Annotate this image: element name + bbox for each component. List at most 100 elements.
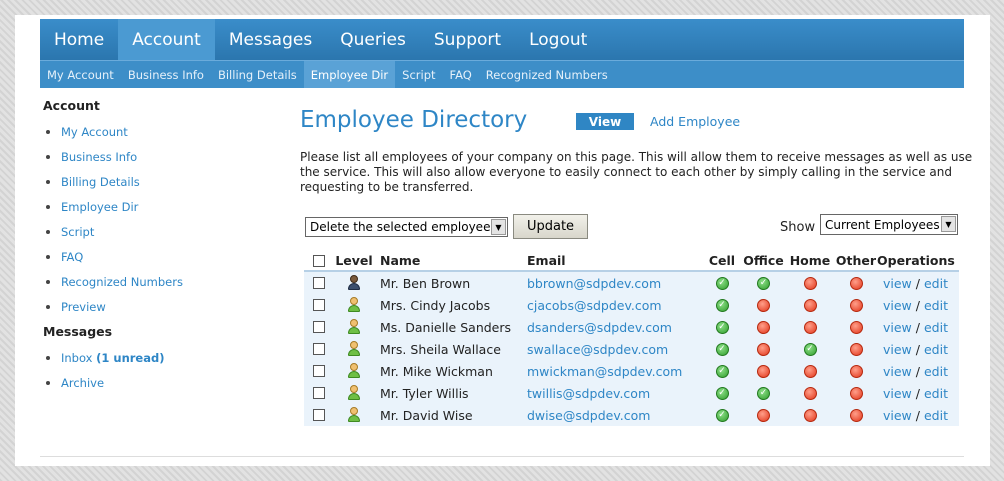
red-dot-icon (757, 342, 770, 356)
sidebar-item-business-info[interactable]: Business Info (43, 144, 273, 169)
red-dot-icon (803, 276, 817, 290)
red-dot-icon (803, 364, 817, 378)
bullet (46, 355, 50, 360)
sub-nav: My Account Business Info Billing Details… (40, 60, 964, 88)
sidebar-item-my-account[interactable]: My Account (43, 119, 273, 144)
subnav-my-account[interactable]: My Account (40, 61, 121, 88)
view-link[interactable]: view (883, 320, 912, 335)
sidebar-item-inbox[interactable]: Inbox (1 unread) (43, 345, 273, 370)
nav-logout[interactable]: Logout (515, 19, 601, 60)
edit-link[interactable]: edit (924, 342, 948, 357)
edit-link[interactable]: edit (924, 408, 948, 423)
sidebar-item-label[interactable]: Employee Dir (61, 200, 138, 214)
subnav-billing-details[interactable]: Billing Details (211, 61, 304, 88)
red-dot-icon (849, 342, 863, 356)
view-link[interactable]: view (883, 386, 912, 401)
sidebar-item-label[interactable]: Archive (61, 376, 104, 390)
subnav-faq[interactable]: FAQ (443, 61, 479, 88)
sidebar-item-billing-details[interactable]: Billing Details (43, 169, 273, 194)
bullet (46, 254, 50, 259)
subnav-employee-dir[interactable]: Employee Dir (303, 61, 396, 88)
red-dot-icon (757, 320, 770, 334)
nav-support[interactable]: Support (420, 19, 515, 60)
table-row: Mrs. Cindy Jacobs cjacobs@sdpdev.com ✓ view… (304, 294, 959, 316)
show-filter-select[interactable]: Current Employees ▼ (820, 214, 958, 235)
sidebar-item-label[interactable]: My Account (61, 125, 128, 139)
bulk-action-select[interactable]: Delete the selected employees ▼ (305, 217, 508, 237)
edit-link[interactable]: edit (924, 364, 948, 379)
unread-count[interactable]: (1 unread) (96, 351, 164, 365)
employee-email-link[interactable]: bbrown@sdpdev.com (527, 276, 661, 291)
row-operations: view / edit (877, 408, 959, 423)
red-dot-icon (803, 386, 817, 400)
red-dot-icon (757, 298, 770, 312)
view-link[interactable]: view (883, 298, 912, 313)
row-checkbox[interactable] (313, 277, 325, 289)
sidebar-account-list: My Account Business Info Billing Details… (43, 119, 273, 319)
sidebar-item-faq[interactable]: FAQ (43, 244, 273, 269)
nav-account[interactable]: Account (118, 19, 215, 60)
table-row: Mrs. Sheila Wallace swallace@sdpdev.com ✓ ✓… (304, 338, 959, 360)
sidebar-item-label[interactable]: Script (61, 225, 94, 239)
sidebar-item-archive[interactable]: Archive (43, 370, 273, 395)
row-checkbox[interactable] (313, 409, 325, 421)
nav-queries[interactable]: Queries (326, 19, 420, 60)
sidebar-item-preview[interactable]: Preview (43, 294, 273, 319)
sidebar-item-employee-dir[interactable]: Employee Dir (43, 194, 273, 219)
chevron-down-icon[interactable]: ▼ (941, 216, 956, 232)
page-container: Home Account Messages Queries Support Lo… (15, 15, 990, 466)
subnav-recognized-numbers[interactable]: Recognized Numbers (479, 61, 615, 88)
subnav-business-info[interactable]: Business Info (121, 61, 211, 88)
row-checkbox[interactable] (313, 343, 325, 355)
edit-link[interactable]: edit (924, 276, 948, 291)
check-circle-icon: ✓ (715, 298, 729, 312)
row-checkbox[interactable] (313, 299, 325, 311)
ops-separator: / (915, 407, 920, 423)
view-link[interactable]: view (883, 364, 912, 379)
employee-email-link[interactable]: swallace@sdpdev.com (527, 342, 668, 357)
view-link[interactable]: view (883, 342, 912, 357)
add-employee-link[interactable]: Add Employee (650, 114, 740, 129)
row-checkbox[interactable] (313, 365, 325, 377)
update-button[interactable]: Update (513, 214, 588, 239)
sidebar-item-script[interactable]: Script (43, 219, 273, 244)
row-checkbox[interactable] (313, 321, 325, 333)
edit-link[interactable]: edit (924, 386, 948, 401)
edit-link[interactable]: edit (924, 298, 948, 313)
view-link[interactable]: view (883, 276, 912, 291)
employee-email-link[interactable]: dsanders@sdpdev.com (527, 320, 672, 335)
red-dot-icon (849, 386, 863, 400)
bullet (46, 229, 50, 234)
chevron-down-icon[interactable]: ▼ (491, 219, 506, 235)
check-circle-icon: ✓ (757, 386, 770, 400)
edit-link[interactable]: edit (924, 320, 948, 335)
sidebar-item-label[interactable]: Business Info (61, 150, 137, 164)
view-button[interactable]: View (576, 113, 634, 130)
user-icon (347, 363, 361, 379)
select-all-checkbox[interactable] (313, 254, 325, 267)
sidebar-item-recognized-numbers[interactable]: Recognized Numbers (43, 269, 273, 294)
nav-home[interactable]: Home (40, 19, 118, 60)
sidebar-item-label[interactable]: Billing Details (61, 175, 140, 189)
red-dot-icon (849, 298, 863, 312)
check-circle-icon: ✓ (715, 364, 729, 378)
sidebar-item-label[interactable]: Inbox (61, 351, 92, 365)
sidebar-item-label[interactable]: FAQ (61, 250, 83, 264)
ops-separator: / (915, 363, 920, 379)
employee-name: Mr. Mike Wickman (380, 363, 493, 379)
row-operations: view / edit (877, 276, 959, 291)
subnav-script[interactable]: Script (395, 61, 442, 88)
bulk-action-value: Delete the selected employees (310, 220, 497, 234)
employee-email-link[interactable]: dwise@sdpdev.com (527, 408, 650, 423)
employee-email-link[interactable]: twillis@sdpdev.com (527, 386, 650, 401)
row-checkbox[interactable] (313, 387, 325, 399)
sidebar-item-label[interactable]: Preview (61, 300, 106, 314)
table-row: Mr. Mike Wickman mwickman@sdpdev.com ✓ view… (304, 360, 959, 382)
employee-email-link[interactable]: mwickman@sdpdev.com (527, 364, 682, 379)
red-dot-icon (849, 276, 863, 290)
view-link[interactable]: view (883, 408, 912, 423)
sidebar-item-label[interactable]: Recognized Numbers (61, 275, 183, 289)
employee-email-link[interactable]: cjacobs@sdpdev.com (527, 298, 662, 313)
check-circle-icon: ✓ (757, 276, 770, 290)
nav-messages[interactable]: Messages (215, 19, 326, 60)
